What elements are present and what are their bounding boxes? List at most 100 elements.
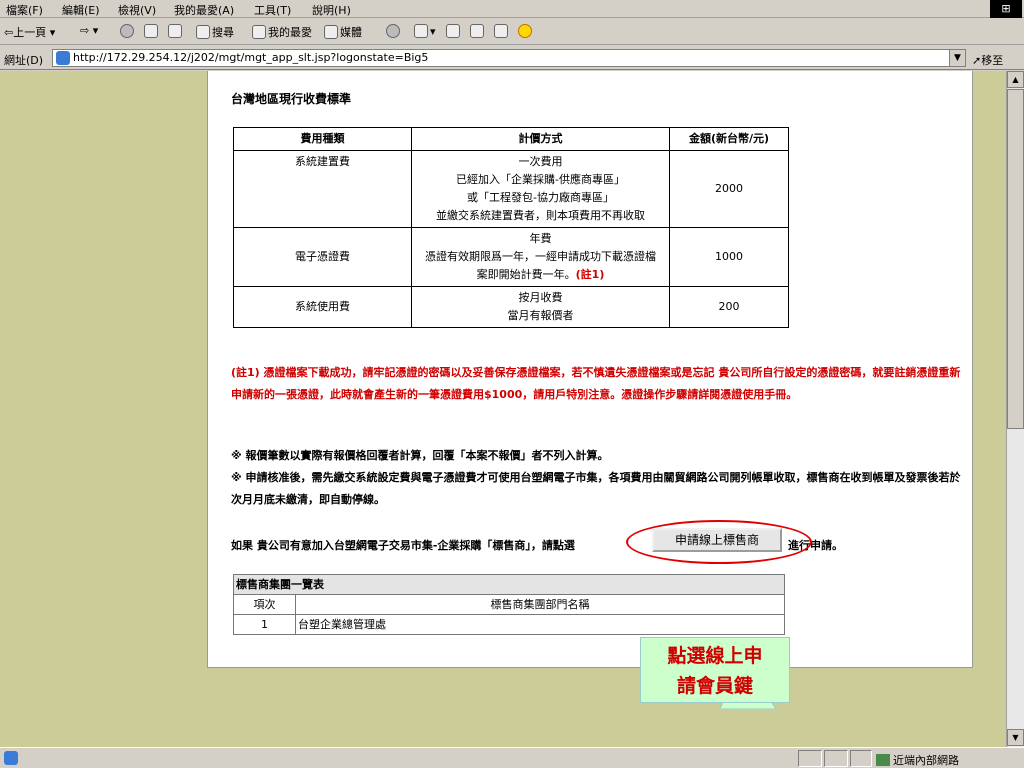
back-label: ⇦上一頁: [4, 26, 47, 39]
address-bar: 網址(D) http://172.29.254.12/j202/mgt/mgt_…: [0, 46, 1024, 70]
menu-view[interactable]: 檢視(V): [118, 2, 156, 18]
edit-icon: [470, 24, 484, 38]
address-dropdown-icon[interactable]: ▼: [949, 50, 965, 66]
fee-method-line: 一次費用: [518, 155, 563, 168]
content-panel: 台灣地區現行收費標準 費用種類 計價方式 金額(新台幣/元) 系統建置費 一次費…: [207, 71, 973, 668]
menu-favorites[interactable]: 我的最愛(A): [174, 2, 234, 18]
security-zone: 近端內部網路: [876, 752, 959, 768]
back-button[interactable]: ⇦上一頁 ▾: [4, 24, 55, 40]
fee-table: 費用種類 計價方式 金額(新台幣/元) 系統建置費 一次費用 已經加入「企業採購…: [233, 127, 789, 328]
toolbar: ⇦上一頁 ▾ ⇨ ▾ 搜尋 我的最愛 媒體 ▾: [0, 19, 1024, 45]
menu-bar: 檔案(F) 編輯(E) 檢視(V) 我的最愛(A) 工具(T) 說明(H) ⊞: [0, 0, 1024, 18]
table-row: 1 台塑企業總管理處: [233, 614, 785, 635]
messenger-button[interactable]: [518, 24, 534, 38]
fee-method: 按月收費 當月有報價者: [411, 286, 670, 328]
fee-amount: 1000: [669, 227, 789, 287]
page-viewport: 台灣地區現行收費標準 費用種類 計價方式 金額(新台幣/元) 系統建置費 一次費…: [0, 71, 1006, 747]
print-icon: [446, 24, 460, 38]
scroll-down-icon[interactable]: ▼: [1007, 729, 1024, 746]
group-table-header: 項次 標售商集團部門名稱: [233, 594, 785, 615]
status-bar: 近端內部網路: [0, 747, 1024, 768]
group-index: 1: [233, 614, 296, 635]
rule-item: ※ 報價筆數以實際有報價格回覆者計算，回覆「本案不報價」者不列入計算。: [231, 449, 609, 462]
certificate-note: (註1) 憑證檔案下載成功，請牢記憑證的密碼以及妥善保存憑證檔案，若不慎遺失憑證…: [231, 366, 961, 401]
home-icon: [168, 24, 182, 38]
fee-method: 一次費用 已經加入「企業採購-供應商專區」 或「工程發包-協力廠商專區」 並繳交…: [411, 150, 670, 228]
smiley-icon: [518, 24, 532, 38]
search-label: 搜尋: [212, 26, 234, 39]
stop-button[interactable]: [120, 24, 136, 38]
fee-method-line: 或「工程發包-協力廠商專區」: [467, 191, 614, 204]
menu-edit[interactable]: 編輯(E): [62, 2, 100, 18]
menu-help[interactable]: 說明(H): [312, 2, 351, 18]
media-label: 媒體: [340, 26, 362, 39]
table-row: 電子憑證費 年費 憑證有效期限爲一年，一經申請成功下載憑證檔 案即開始計費一年。…: [233, 227, 789, 287]
favorites-button[interactable]: 我的最愛: [252, 24, 312, 40]
status-cell: [824, 750, 848, 767]
fee-header-method: 計價方式: [411, 127, 670, 151]
forward-button[interactable]: ⇨ ▾: [80, 24, 98, 37]
go-label: 移至: [981, 54, 1004, 67]
fee-table-header: 費用種類 計價方式 金額(新台幣/元): [233, 127, 789, 151]
go-button[interactable]: ➚移至: [972, 52, 1003, 68]
rules-text: ※ 報價筆數以實際有報價格回覆者計算，回覆「本案不報價」者不列入計算。 ※ 申請…: [231, 445, 971, 511]
print-button[interactable]: [446, 24, 462, 38]
fee-method-text: 案即開始計費一年。: [476, 268, 576, 281]
media-icon: [324, 25, 338, 39]
status-cell: [798, 750, 822, 767]
fee-amount: 200: [669, 286, 789, 328]
discuss-button[interactable]: [494, 24, 510, 38]
refresh-button[interactable]: [144, 24, 160, 38]
fee-method-line: 年費: [529, 232, 552, 245]
fee-header-amount: 金額(新台幣/元): [669, 127, 789, 151]
fee-method-line: 案即開始計費一年。(註1): [413, 266, 668, 284]
fee-method-line: 並繳交系統建置費者，則本項費用不再收取: [436, 209, 645, 222]
fee-type: 系統使用費: [233, 286, 412, 328]
fee-method-line: 當月有報價者: [507, 309, 574, 322]
zone-label: 近端內部網路: [893, 754, 959, 767]
vertical-scrollbar[interactable]: ▲ ▼: [1006, 71, 1024, 747]
seller-group-table: 標售商集團一覽表 項次 標售商集團部門名稱 1 台塑企業總管理處: [233, 574, 785, 635]
group-header-name: 標售商集團部門名稱: [295, 594, 785, 615]
page-title: 台灣地區現行收費標準: [231, 92, 352, 106]
refresh-icon: [144, 24, 158, 38]
menu-tools[interactable]: 工具(T): [254, 2, 291, 18]
edit-button[interactable]: [470, 24, 486, 38]
footnote-ref: (註1): [575, 268, 605, 281]
fee-method-line: 按月收費: [518, 291, 563, 304]
home-button[interactable]: [168, 24, 184, 38]
fee-amount: 2000: [669, 150, 789, 228]
group-table-caption: 標售商集團一覽表: [233, 574, 785, 595]
history-icon: [386, 24, 400, 38]
callout-text: 點選線上申請會員鍵: [667, 645, 763, 697]
scroll-up-icon[interactable]: ▲: [1007, 71, 1024, 88]
group-header-index: 項次: [233, 594, 296, 615]
intranet-icon: [876, 754, 890, 766]
stop-icon: [120, 24, 134, 38]
callout-annotation: 點選線上申請會員鍵: [640, 637, 790, 703]
search-button[interactable]: 搜尋: [196, 24, 234, 40]
mail-button[interactable]: ▾: [414, 24, 436, 38]
highlight-ellipse: [626, 520, 812, 564]
fee-header-type: 費用種類: [233, 127, 412, 151]
rule-item: ※ 申請核准後，需先繳交系統設定費與電子憑證費才可使用台塑網電子市集，各項費用由…: [231, 471, 961, 506]
menu-file[interactable]: 檔案(F): [6, 2, 43, 18]
table-row: 系統使用費 按月收費 當月有報價者 200: [233, 286, 789, 328]
fee-type: 電子憑證費: [233, 227, 412, 287]
address-input[interactable]: http://172.29.254.12/j202/mgt/mgt_app_sl…: [52, 49, 966, 67]
history-button[interactable]: [386, 24, 402, 38]
fee-method-line: 憑證有效期限爲一年，一經申請成功下載憑證檔: [425, 250, 656, 263]
search-icon: [196, 25, 210, 39]
group-table-caption-row: 標售商集團一覽表: [233, 574, 785, 595]
group-name: 台塑企業總管理處: [295, 614, 785, 635]
address-url: http://172.29.254.12/j202/mgt/mgt_app_sl…: [73, 51, 429, 64]
page-icon: [56, 51, 70, 65]
favorites-label: 我的最愛: [268, 26, 312, 39]
scroll-thumb[interactable]: [1007, 89, 1024, 429]
media-button[interactable]: 媒體: [324, 24, 362, 40]
fee-method: 年費 憑證有效期限爲一年，一經申請成功下載憑證檔 案即開始計費一年。(註1): [411, 227, 670, 287]
fee-type: 系統建置費: [233, 150, 412, 228]
windows-logo-icon: ⊞: [990, 0, 1022, 18]
mail-icon: [414, 24, 428, 38]
apply-text: 如果 貴公司有意加入台塑網電子交易市集-企業採購「標售商」，請點選: [231, 539, 575, 552]
